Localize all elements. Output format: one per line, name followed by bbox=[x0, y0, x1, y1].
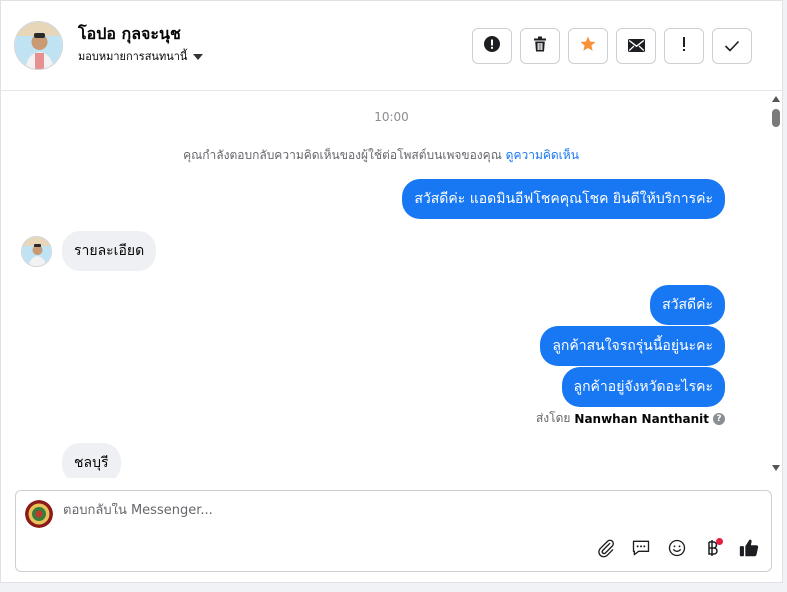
sent-by-label: ส่งโดย bbox=[535, 411, 571, 425]
exclamation-circle-icon bbox=[484, 36, 500, 56]
saved-replies-button[interactable] bbox=[630, 539, 652, 561]
outgoing-message[interactable]: สวัสดีค่ะ แอดมินอีฟโชคคุณโชค ยินดีให้บริ… bbox=[402, 179, 725, 219]
paperclip-icon bbox=[596, 538, 616, 562]
sent-by-info: ส่งโดย Nanwhan Nanthanit ? bbox=[536, 409, 725, 428]
attach-button[interactable] bbox=[595, 539, 617, 561]
star-button[interactable] bbox=[568, 28, 608, 64]
mark-unread-button[interactable] bbox=[616, 28, 656, 64]
reply-input[interactable] bbox=[63, 503, 663, 518]
incoming-message[interactable]: ชลบุรี bbox=[62, 443, 121, 478]
scroll-down-arrow-icon[interactable] bbox=[772, 465, 780, 471]
question-circle-icon[interactable]: ? bbox=[713, 412, 725, 425]
mark-spam-button[interactable] bbox=[472, 28, 512, 64]
page-avatar bbox=[25, 500, 53, 528]
mark-done-button[interactable] bbox=[712, 28, 752, 64]
follow-up-button[interactable] bbox=[664, 28, 704, 64]
contact-name[interactable]: โอปอ กุลจะนุช bbox=[78, 22, 181, 47]
message-thread[interactable]: 10:00 คุณกำลังตอบกลับความคิดเห็นของผู้ใช… bbox=[1, 92, 769, 478]
caret-down-icon bbox=[193, 54, 204, 60]
message-timestamp: 10:00 bbox=[374, 110, 409, 124]
thread-scrollbar[interactable] bbox=[770, 93, 782, 475]
star-icon bbox=[579, 35, 597, 57]
incoming-message[interactable]: รายละเอียด bbox=[62, 231, 157, 271]
sent-by-name: Nanwhan Nanthanit bbox=[574, 411, 709, 426]
smiley-icon bbox=[667, 538, 687, 562]
envelope-icon bbox=[627, 37, 645, 56]
assign-conversation-dropdown[interactable]: มอบหมายการสนทนานี้ bbox=[78, 47, 204, 65]
chat-bubble-icon bbox=[631, 538, 651, 562]
thumbs-up-icon bbox=[738, 537, 760, 563]
conversation-header: โอปอ กุลจะนุช มอบหมายการสนทนานี้ bbox=[1, 1, 782, 91]
scroll-up-arrow-icon[interactable] bbox=[772, 96, 780, 102]
system-notice-text: คุณกำลังตอบกลับความคิดเห็นของผู้ใช้ต่อโพ… bbox=[183, 148, 502, 162]
contact-avatar-small bbox=[21, 236, 52, 267]
exclamation-icon bbox=[681, 36, 687, 56]
view-comment-link[interactable]: ดูความคิดเห็น bbox=[506, 148, 579, 162]
trash-icon bbox=[532, 36, 548, 56]
outgoing-message[interactable]: ลูกค้าอยู่จังหวัดอะไรคะ bbox=[561, 367, 725, 407]
conversation-panel: โอปอ กุลจะนุช มอบหมายการสนทนานี้ 10:00 ค… bbox=[0, 0, 783, 583]
notification-dot bbox=[716, 538, 723, 545]
delete-button[interactable] bbox=[520, 28, 560, 64]
reply-composer bbox=[15, 490, 772, 572]
like-button[interactable] bbox=[738, 539, 760, 561]
assign-label: มอบหมายการสนทนานี้ bbox=[78, 50, 188, 63]
payment-button[interactable] bbox=[702, 538, 724, 561]
outgoing-message[interactable]: สวัสดีค่ะ bbox=[650, 285, 725, 325]
emoji-button[interactable] bbox=[666, 539, 688, 561]
scroll-thumb[interactable] bbox=[772, 109, 780, 127]
contact-avatar[interactable] bbox=[14, 21, 63, 70]
outgoing-message[interactable]: ลูกค้าสนใจรถรุ่นนี้อยู่นะคะ bbox=[540, 326, 725, 366]
check-icon bbox=[724, 37, 740, 56]
system-notice: คุณกำลังตอบกลับความคิดเห็นของผู้ใช้ต่อโพ… bbox=[1, 146, 761, 165]
